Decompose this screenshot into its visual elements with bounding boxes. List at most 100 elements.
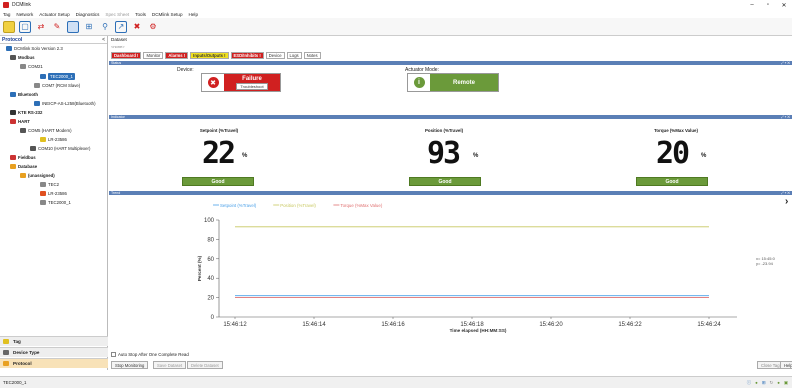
maximize-button[interactable]: ▫ (760, 2, 776, 8)
tab-monitor[interactable]: Monitor (143, 52, 164, 59)
panel-controls-icon[interactable]: ⤢ ▾ ✕ (781, 61, 790, 65)
nav-device-type-label: Device Type (13, 350, 40, 355)
help-button[interactable]: Help (780, 361, 792, 369)
auto-stop-label: Auto Stop After One Complete Read (118, 352, 189, 357)
tree-node-icon (20, 64, 26, 69)
menu-diagnostics[interactable]: Diagnostics (73, 12, 103, 17)
open-icon[interactable]: ▢ (19, 20, 31, 33)
tree-node-icon (40, 137, 46, 142)
tab-inputs-outputs[interactable]: Inputs/Outputs ! (190, 52, 229, 59)
tree-item[interactable]: LR-23586 (40, 191, 67, 196)
tree-item[interactable]: (unassigned) (20, 173, 55, 178)
tab-device[interactable]: Device (265, 52, 285, 59)
failure-box[interactable]: ✖ Failure Troubleshoot (201, 73, 281, 92)
trend-panel-header: Trend ⤢ ▾ ✕ (109, 191, 792, 195)
legend-item: Setpoint (%Travel) (220, 203, 257, 208)
tree-item[interactable]: INEICP-AS-L258(Bluetooth) (34, 101, 96, 106)
tab-alarms[interactable]: Alarms ! (165, 52, 189, 59)
sidebar-header: Protocol < (0, 36, 107, 44)
remote-text: Remote (452, 79, 475, 86)
tree-item[interactable]: HART (10, 119, 30, 124)
tree-item[interactable]: TEC2000_1 (40, 73, 75, 80)
settings-icon[interactable]: ⚙ (147, 21, 159, 33)
auto-stop-checkbox[interactable] (111, 352, 116, 357)
tree-item[interactable]: COM5 (HART Modem) (20, 128, 72, 133)
tree-node-icon (10, 155, 16, 160)
info-icon: i (408, 74, 430, 91)
delete-dataset-button[interactable]: Delete Dataset (187, 361, 223, 369)
trend-panel-title: Trend (111, 191, 121, 195)
dataset-title: Dataset (111, 37, 127, 42)
tree-item[interactable]: Fieldbus (10, 155, 36, 160)
menu-tools[interactable]: Tools (132, 12, 149, 17)
breadcrumb: <none> (111, 44, 125, 49)
tools-icon[interactable]: ✖ (131, 21, 143, 33)
close-window-button[interactable]: ✕ (776, 2, 792, 9)
auto-stop-option[interactable]: Auto Stop After One Complete Read (111, 352, 189, 357)
tree-item[interactable]: COM10 (HART Multiplexer) (30, 146, 90, 151)
protocol-icon (3, 361, 9, 366)
save-dataset-button[interactable]: Save Dataset (153, 361, 187, 369)
tag-icon[interactable] (3, 20, 15, 33)
legend-item: Position (%Travel) (280, 203, 316, 208)
tree-item[interactable]: Modbus (10, 55, 34, 60)
tree-node-icon (10, 110, 16, 115)
device-type-icon (3, 350, 9, 355)
menu-tag[interactable]: Tag (0, 12, 13, 17)
tree-item[interactable]: COM7 (RCM Slave) (34, 83, 80, 88)
tree-item[interactable]: DCMlink Solo Version 2.3 (6, 46, 63, 51)
x-tick-label: 15:46:22 (618, 322, 642, 328)
nav-tag[interactable]: Tag (0, 336, 108, 346)
tree-item-label: COM21 (28, 64, 43, 69)
menu-help[interactable]: Help (186, 12, 201, 17)
tree-item-label: (unassigned) (28, 173, 55, 178)
minimize-button[interactable]: – (744, 2, 760, 8)
nav-protocol[interactable]: Protocol (0, 358, 108, 368)
tree-node-icon (6, 46, 12, 51)
chart-icon[interactable]: ↗ (115, 20, 127, 33)
tree-item[interactable]: Database (10, 164, 37, 169)
device-icon[interactable] (67, 20, 79, 33)
tab-bar: Dashboard ! Monitor Alarms ! Inputs/Outputs… (109, 52, 321, 59)
menu-bar: Tag Network Actuator Setup Diagnostics S… (0, 10, 792, 18)
troubleshoot-button[interactable]: Troubleshoot (236, 82, 268, 90)
tab-esd-inhibits[interactable]: ESD/Inhibits ! (230, 52, 264, 59)
tree-item[interactable]: Bluetooth (10, 92, 38, 97)
tree-item[interactable]: LR-23586 (40, 137, 67, 142)
menu-dcmlink-setup[interactable]: DCMlink Setup (149, 12, 186, 17)
device-label: Device: (177, 67, 194, 73)
search-icon[interactable]: ⚲ (99, 21, 111, 33)
tree-node-icon (34, 101, 40, 106)
pen-icon[interactable]: ✎ (51, 21, 63, 33)
network-icon[interactable]: ⊞ (83, 21, 95, 33)
tree-item[interactable]: TEC2000_1 (40, 200, 71, 205)
panel-controls-icon[interactable]: ⤢ ▾ ✕ (781, 191, 790, 195)
tree-item[interactable]: COM21 (20, 64, 43, 69)
x-axis-title: Time elapsed (HH:MM:SS) (450, 328, 507, 333)
legend-item: Torque (%Max Value) (340, 203, 382, 208)
trend-expand-button[interactable]: › (785, 196, 788, 207)
app-logo-icon (3, 2, 9, 8)
nav-device-type[interactable]: Device Type (0, 347, 108, 357)
tree-item-label: HART (18, 119, 30, 124)
connect-icon[interactable]: ⇄ (35, 21, 47, 33)
x-tick-label: 15:46:16 (381, 322, 405, 328)
tree-item-label: TEC2 (48, 182, 59, 187)
device-status-icon: ▣ (783, 379, 788, 385)
menu-network[interactable]: Network (13, 12, 36, 17)
sidebar-pin-button[interactable]: < (102, 37, 105, 43)
tab-dashboard[interactable]: Dashboard ! (111, 52, 142, 59)
sidebar-title: Protocol (2, 36, 23, 43)
tree-node-icon (40, 74, 46, 79)
tab-logs[interactable]: Logs (286, 52, 302, 59)
tree-item[interactable]: TEC2 (40, 182, 59, 187)
tree-node-icon (10, 55, 16, 60)
tab-notes[interactable]: Notes (303, 52, 321, 59)
tree-item-label: Fieldbus (18, 155, 36, 160)
stop-monitoring-button[interactable]: Stop Monitoring (111, 361, 149, 369)
panel-controls-icon[interactable]: ⤢ ▾ ✕ (781, 115, 790, 119)
menu-actuator-setup[interactable]: Actuator Setup (36, 12, 72, 17)
y-tick-label: 20 (207, 296, 214, 302)
app-title: DCMlink (12, 2, 31, 8)
tree-item[interactable]: KTE RS-232 (10, 110, 42, 115)
